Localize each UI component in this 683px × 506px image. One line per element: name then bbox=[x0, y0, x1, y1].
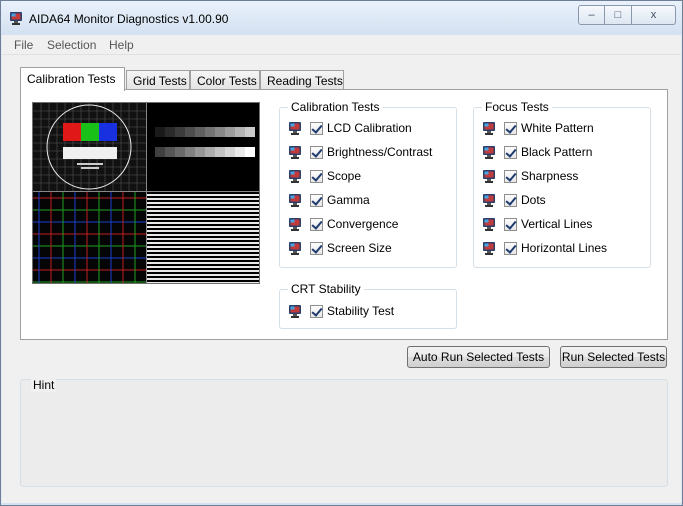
test-item[interactable]: Convergence bbox=[288, 215, 398, 233]
test-checkbox[interactable] bbox=[310, 304, 323, 318]
test-label: White Pattern bbox=[521, 121, 594, 135]
maximize-button[interactable]: □ bbox=[605, 5, 632, 25]
gamma-pattern-preview bbox=[147, 103, 259, 191]
test-label: Dots bbox=[521, 193, 546, 207]
monitor-icon bbox=[483, 241, 495, 255]
close-button[interactable]: x bbox=[632, 5, 676, 25]
title-bar[interactable]: AIDA64 Monitor Diagnostics v1.00.90 – □ … bbox=[1, 1, 682, 35]
monitor-icon bbox=[289, 217, 301, 231]
monitor-icon bbox=[289, 169, 301, 183]
test-item[interactable]: Horizontal Lines bbox=[482, 239, 607, 257]
preview-divider bbox=[146, 103, 147, 283]
app-window: AIDA64 Monitor Diagnostics v1.00.90 – □ … bbox=[0, 0, 683, 506]
tab-reading-tests[interactable]: Reading Tests bbox=[260, 70, 344, 90]
hint-title: Hint bbox=[31, 378, 57, 392]
test-item[interactable]: Gamma bbox=[288, 191, 370, 209]
convergence-pattern-preview bbox=[33, 192, 146, 283]
test-checkbox[interactable] bbox=[310, 169, 323, 183]
test-item[interactable]: LCD Calibration bbox=[288, 119, 412, 137]
test-item[interactable]: Stability Test bbox=[288, 302, 394, 320]
scope-pattern-preview bbox=[33, 103, 146, 191]
menu-help[interactable]: Help bbox=[109, 38, 134, 52]
calibration-group-title: Calibration Tests bbox=[288, 100, 383, 114]
monitor-icon bbox=[289, 193, 301, 207]
monitor-icon bbox=[289, 121, 301, 135]
test-checkbox[interactable] bbox=[310, 145, 323, 159]
minimize-button[interactable]: – bbox=[578, 5, 605, 25]
app-monitor-icon bbox=[10, 12, 22, 25]
close-icon: x bbox=[650, 9, 657, 21]
calibration-tests-group: Calibration Tests LCD Calibration Bright… bbox=[279, 100, 457, 268]
monitor-icon bbox=[289, 304, 301, 318]
window-bottom-edge bbox=[1, 503, 682, 505]
test-label: Sharpness bbox=[521, 169, 579, 183]
test-item[interactable]: Screen Size bbox=[288, 239, 392, 257]
monitor-icon bbox=[289, 145, 301, 159]
test-label: Screen Size bbox=[327, 241, 392, 255]
run-selected-tests-button[interactable]: Run Selected Tests bbox=[560, 346, 667, 368]
test-item[interactable]: Sharpness bbox=[482, 167, 578, 185]
menu-bar: File Selection Help bbox=[2, 35, 681, 55]
test-checkbox[interactable] bbox=[310, 121, 323, 135]
test-label: Horizontal Lines bbox=[521, 241, 608, 255]
tab-calibration-tests[interactable]: Calibration Tests bbox=[20, 67, 125, 91]
test-item[interactable]: Black Pattern bbox=[482, 143, 592, 161]
test-label: LCD Calibration bbox=[327, 121, 412, 135]
menu-file[interactable]: File bbox=[14, 38, 33, 52]
test-preview-image bbox=[32, 102, 260, 284]
test-checkbox[interactable] bbox=[310, 241, 323, 255]
minimize-icon: – bbox=[588, 9, 595, 21]
auto-run-selected-tests-button[interactable]: Auto Run Selected Tests bbox=[407, 346, 550, 368]
test-checkbox[interactable] bbox=[504, 217, 517, 231]
monitor-icon bbox=[483, 145, 495, 159]
maximize-icon: □ bbox=[614, 9, 622, 21]
test-checkbox[interactable] bbox=[504, 193, 517, 207]
test-checkbox[interactable] bbox=[504, 169, 517, 183]
test-item[interactable]: Brightness/Contrast bbox=[288, 143, 432, 161]
client-area: Calibration Tests Grid Tests Color Tests… bbox=[2, 55, 681, 505]
test-label: Black Pattern bbox=[521, 145, 593, 159]
tab-grid-tests[interactable]: Grid Tests bbox=[126, 70, 190, 90]
monitor-icon bbox=[483, 169, 495, 183]
horizontal-lines-preview bbox=[147, 192, 259, 283]
menu-selection[interactable]: Selection bbox=[47, 38, 96, 52]
test-label: Brightness/Contrast bbox=[327, 145, 433, 159]
test-label: Gamma bbox=[327, 193, 370, 207]
test-checkbox[interactable] bbox=[310, 217, 323, 231]
test-item[interactable]: Dots bbox=[482, 191, 546, 209]
test-checkbox[interactable] bbox=[504, 241, 517, 255]
test-label: Stability Test bbox=[327, 304, 395, 318]
test-checkbox[interactable] bbox=[504, 145, 517, 159]
crt-group-title: CRT Stability bbox=[288, 282, 364, 296]
monitor-icon bbox=[483, 121, 495, 135]
test-item[interactable]: White Pattern bbox=[482, 119, 594, 137]
focus-group-title: Focus Tests bbox=[482, 100, 552, 114]
test-item[interactable]: Vertical Lines bbox=[482, 215, 592, 233]
test-checkbox[interactable] bbox=[504, 121, 517, 135]
crt-stability-group: CRT Stability Stability Test bbox=[279, 282, 457, 329]
preview-divider bbox=[33, 191, 259, 192]
test-label: Scope bbox=[327, 169, 362, 183]
calibration-tab-panel: Calibration Tests LCD Calibration Bright… bbox=[20, 89, 668, 340]
monitor-icon bbox=[483, 193, 495, 207]
test-checkbox[interactable] bbox=[310, 193, 323, 207]
hint-panel: Hint bbox=[20, 378, 668, 487]
test-label: Vertical Lines bbox=[521, 217, 593, 231]
monitor-icon bbox=[483, 217, 495, 231]
test-label: Convergence bbox=[327, 217, 399, 231]
test-item[interactable]: Scope bbox=[288, 167, 361, 185]
monitor-icon bbox=[289, 241, 301, 255]
tab-color-tests[interactable]: Color Tests bbox=[190, 70, 260, 90]
focus-tests-group: Focus Tests White Pattern Black Pattern … bbox=[473, 100, 651, 268]
window-title: AIDA64 Monitor Diagnostics v1.00.90 bbox=[29, 12, 229, 26]
